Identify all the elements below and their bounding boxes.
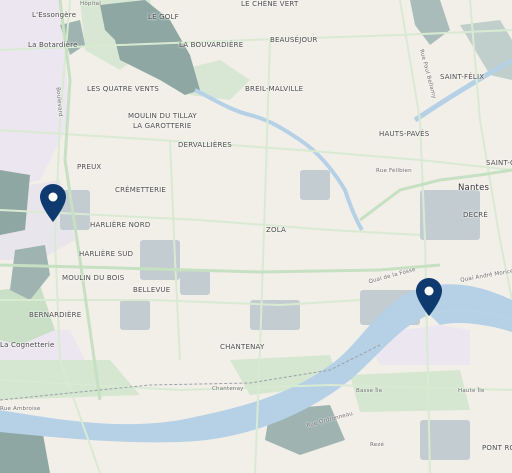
- city-label-nantes: Nantes: [458, 183, 490, 193]
- district-label-les-quatre-vents: LES QUATRE VENTS: [87, 85, 160, 93]
- district-label-bellevue: BELLEVUE: [133, 286, 171, 294]
- district-label-saint-felix: SAINT-FÉLIX: [440, 73, 485, 81]
- district-label-harliere-nord: HARLIÈRE NORD: [90, 221, 151, 229]
- district-label-moulin-du-tillay: MOULIN DU TILLAY: [128, 112, 197, 120]
- map-pin-icon[interactable]: [416, 278, 442, 316]
- district-label-la-botardiere: La Botardière: [28, 41, 78, 49]
- district-label-preux: PREUX: [77, 163, 102, 171]
- district-label-bernardiere: BERNARDIÈRE: [29, 311, 82, 319]
- district-label-le-chene-vert: LE CHÊNE VERT: [241, 0, 299, 8]
- district-label-haute-ile: Haute Île: [458, 388, 485, 394]
- district-label-basse-ile: Basse Île: [356, 388, 383, 394]
- district-label-dervallieres: DERVALLIÈRES: [178, 141, 232, 149]
- map-pin-icon[interactable]: [40, 184, 66, 222]
- district-label-breil-malville: BREIL-MALVILLE: [245, 85, 304, 93]
- station-label-chantenay: Chantenay: [212, 386, 244, 392]
- district-label-harliere-sud: HARLIÈRE SUD: [79, 250, 134, 258]
- district-label-la-garotterie: LA GAROTTERIE: [133, 122, 192, 130]
- district-label-cremetterie: CRÉMETTERIE: [115, 186, 167, 194]
- district-label-saint-cl: SAINT-CL: [486, 159, 512, 167]
- district-label-moulin-du-bois: MOULIN DU BOIS: [62, 274, 125, 282]
- district-label-reze: Rezé: [370, 442, 385, 448]
- district-label-la-cognetterie: La Cognetterie: [0, 341, 55, 349]
- district-label-la-bouvardiere: LA BOUVARDIÈRE: [179, 41, 244, 49]
- district-label-decre: DECRÉ: [463, 211, 488, 219]
- district-label-beausejour: BEAUSÉJOUR: [270, 36, 318, 44]
- street-label-rue-felibien: Rue Félibien: [376, 168, 412, 174]
- district-label-zola: ZOLA: [266, 226, 286, 234]
- district-label-lessongere: L'Essongère: [32, 11, 77, 19]
- district-label-hauts-paves: HAUTS-PAVÉS: [379, 130, 430, 138]
- street-label-rue-ambroise: Rue Ambroise: [0, 406, 41, 412]
- map-base-layer: [0, 0, 512, 473]
- map-canvas[interactable]: L'Essongère Hôpital LE GOLF LE CHÊNE VER…: [0, 0, 512, 473]
- district-label-chantenay: CHANTENAY: [220, 343, 265, 351]
- district-label-hopital: Hôpital: [80, 1, 101, 7]
- district-label-pont-rousseau: PONT ROUSSEAU: [482, 444, 512, 452]
- district-label-le-golf: LE GOLF: [148, 13, 179, 21]
